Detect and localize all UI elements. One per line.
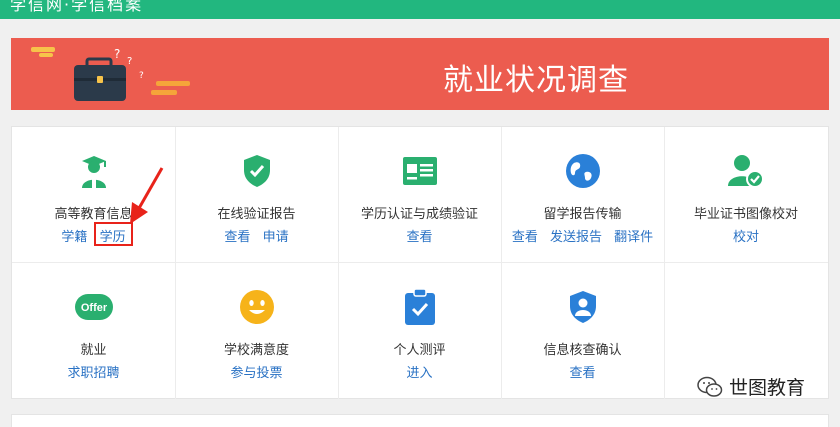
link-vote[interactable]: 参与投票 xyxy=(230,366,282,381)
service-study-abroad-report: 留学报告传输 查看 发送报告 翻译件 xyxy=(501,127,665,263)
service-label: 信息核查确认 xyxy=(543,343,622,358)
watermark-text: 世图教育 xyxy=(729,377,806,399)
top-nav-bar: 学信网·学信档案 xyxy=(0,0,840,19)
service-certificate-image-check: 毕业证书图像校对 校对 xyxy=(664,127,828,263)
service-degree-certification: 学历认证与成绩验证 查看 xyxy=(338,127,502,263)
link-job-recruitment[interactable]: 求职招聘 xyxy=(67,366,119,381)
service-links: 查看 申请 xyxy=(175,226,338,245)
smiley-icon xyxy=(175,287,338,327)
service-personal-assessment: 个人测评 进入 xyxy=(338,263,502,399)
service-label: 毕业证书图像校对 xyxy=(693,207,798,222)
id-card-icon xyxy=(338,151,501,191)
service-links: 查看 xyxy=(501,362,664,381)
service-label: 学校满意度 xyxy=(223,343,289,358)
link-enter[interactable]: 进入 xyxy=(406,366,432,381)
service-label: 个人测评 xyxy=(393,343,446,358)
clipboard-check-icon xyxy=(338,287,501,327)
svg-text:?: ? xyxy=(127,56,132,67)
svg-text:Offer: Offer xyxy=(80,302,107,314)
service-label: 学历认证与成绩验证 xyxy=(360,207,478,222)
briefcase-illustration: ? ? ? xyxy=(31,47,190,101)
service-links: 查看 xyxy=(338,226,501,245)
svg-text:?: ? xyxy=(114,47,120,61)
site-title: 学信网·学信档案 xyxy=(10,0,144,14)
watermark: 世图教育 xyxy=(697,373,805,400)
service-links: 进入 xyxy=(338,362,501,381)
link-translation[interactable]: 翻译件 xyxy=(614,230,653,245)
wechat-icon xyxy=(697,376,723,397)
service-label: 留学报告传输 xyxy=(543,207,622,222)
offer-icon: Offer xyxy=(12,287,175,327)
user-check-icon xyxy=(664,151,828,191)
service-links: 求职招聘 xyxy=(12,362,175,381)
user-shield-icon xyxy=(501,287,664,327)
link-enrollment[interactable]: 学籍 xyxy=(61,230,87,245)
service-label: 就业 xyxy=(80,343,107,358)
service-online-verification: 在线验证报告 查看 申请 xyxy=(175,127,339,263)
globe-icon xyxy=(501,151,664,191)
service-employment: Offer 就业 求职招聘 xyxy=(12,263,176,399)
service-links: 校对 xyxy=(664,226,828,245)
service-info-verification: 信息核查确认 查看 xyxy=(501,263,665,399)
shield-check-icon xyxy=(175,151,338,191)
link-send-report[interactable]: 发送报告 xyxy=(550,230,602,245)
service-label: 在线验证报告 xyxy=(217,207,296,222)
svg-text:?: ? xyxy=(139,71,144,81)
survey-banner[interactable]: ? ? ? 就业状况调查 xyxy=(11,38,829,110)
link-view[interactable]: 查看 xyxy=(569,366,595,381)
next-section-card xyxy=(11,414,829,427)
annotation-arrow-icon xyxy=(130,167,164,224)
link-proofread[interactable]: 校对 xyxy=(733,230,759,245)
link-apply[interactable]: 申请 xyxy=(263,230,289,245)
banner-title: 就业状况调查 xyxy=(443,63,629,98)
link-view[interactable]: 查看 xyxy=(512,230,538,245)
service-links: 查看 发送报告 翻译件 xyxy=(501,226,664,245)
link-view[interactable]: 查看 xyxy=(224,230,250,245)
service-links: 参与投票 xyxy=(175,362,338,381)
service-school-satisfaction: 学校满意度 参与投票 xyxy=(175,263,339,399)
link-view[interactable]: 查看 xyxy=(406,230,432,245)
